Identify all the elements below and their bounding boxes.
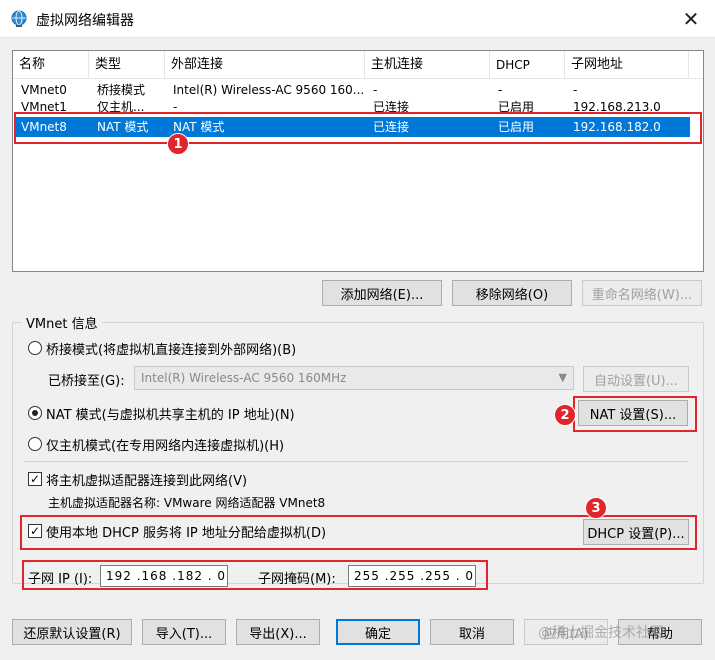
table-row[interactable]: VMnet1 仅主机... - 已连接 已启用 192.168.213.0 — [15, 97, 690, 117]
cell-subnet: 192.168.182.0 — [573, 120, 661, 134]
watermark: @稀土掘金技术社区 — [538, 625, 664, 641]
cell-type: 仅主机... — [97, 100, 145, 114]
column-header-external[interactable]: 外部连接 — [165, 51, 365, 79]
connect-adapter-checkbox[interactable]: ✓ — [28, 472, 42, 486]
column-header-host[interactable]: 主机连接 — [365, 51, 490, 79]
window-title: 虚拟网络编辑器 — [36, 13, 134, 29]
cell-name: VMnet1 — [21, 100, 67, 114]
cancel-button[interactable]: 取消 — [430, 619, 514, 645]
cell-host: 已连接 — [373, 100, 410, 114]
divider — [24, 461, 688, 462]
annotation-badge-2: 2 — [554, 404, 576, 426]
nat-settings-button[interactable]: NAT 设置(S)... — [578, 400, 688, 426]
vmnet-info-label: VMnet 信息 — [22, 313, 102, 332]
subnet-ip-label: 子网 IP (I): — [28, 572, 93, 587]
cell-host: 已连接 — [373, 120, 410, 134]
subnet-mask-label: 子网掩码(M): — [258, 572, 336, 587]
use-dhcp-checkbox[interactable]: ✓ — [28, 524, 42, 538]
nat-mode-label[interactable]: NAT 模式(与虚拟机共享主机的 IP 地址)(N) — [46, 404, 295, 423]
column-header-dhcp[interactable]: DHCP — [490, 51, 565, 79]
chevron-down-icon: ▼ — [558, 371, 567, 384]
restore-defaults-button[interactable]: 还原默认设置(R) — [12, 619, 132, 645]
cell-type: NAT 模式 — [97, 120, 149, 134]
bridge-mode-label[interactable]: 桥接模式(将虚拟机直接连接到外部网络)(B) — [46, 339, 296, 358]
bridged-to-label: 已桥接至(G): — [48, 374, 125, 389]
annotation-badge-1: 1 — [167, 133, 189, 155]
column-header-name[interactable]: 名称 — [13, 51, 89, 79]
host-only-radio[interactable] — [28, 437, 42, 451]
cell-name: VMnet8 — [21, 120, 67, 134]
bridged-to-value: Intel(R) Wireless-AC 9560 160MHz — [141, 371, 347, 385]
subnet-ip-field[interactable]: 192 .168 .182 . 0 — [100, 565, 228, 587]
add-network-button[interactable]: 添加网络(E)... — [322, 280, 442, 306]
subnet-mask-field[interactable]: 255 .255 .255 . 0 — [348, 565, 476, 587]
import-button[interactable]: 导入(T)... — [142, 619, 226, 645]
column-header-subnet[interactable]: 子网地址 — [565, 51, 689, 79]
rename-network-button[interactable]: 重命名网络(W)... — [582, 280, 702, 306]
cell-external: - — [173, 100, 178, 114]
network-globe-icon — [11, 10, 27, 27]
list-header: 名称 类型 外部连接 主机连接 DHCP 子网地址 — [13, 51, 703, 79]
cell-dhcp: 已启用 — [498, 100, 535, 114]
bridged-to-select[interactable]: Intel(R) Wireless-AC 9560 160MHz ▼ — [134, 366, 574, 390]
use-dhcp-label[interactable]: 使用本地 DHCP 服务将 IP 地址分配给虚拟机(D) — [46, 522, 326, 541]
dhcp-settings-button[interactable]: DHCP 设置(P)... — [583, 519, 689, 545]
export-button[interactable]: 导出(X)... — [236, 619, 320, 645]
host-only-label[interactable]: 仅主机模式(在专用网络内连接虚拟机)(H) — [46, 435, 284, 454]
auto-settings-button[interactable]: 自动设置(U)... — [583, 366, 689, 392]
cell-external: NAT 模式 — [173, 120, 225, 134]
cell-subnet: 192.168.213.0 — [573, 100, 661, 114]
nat-mode-radio[interactable] — [28, 406, 42, 420]
connect-adapter-label[interactable]: 将主机虚拟适配器连接到此网络(V) — [46, 470, 247, 489]
ok-button[interactable]: 确定 — [336, 619, 420, 645]
title-bar: 虚拟网络编辑器 ✕ — [0, 0, 715, 38]
close-button[interactable]: ✕ — [675, 4, 707, 34]
adapter-name-text: 主机虚拟适配器名称: VMware 网络适配器 VMnet8 — [48, 496, 326, 510]
column-header-type[interactable]: 类型 — [89, 51, 165, 79]
table-row-selected[interactable]: VMnet8 NAT 模式 NAT 模式 已连接 已启用 192.168.182… — [15, 117, 690, 137]
network-list[interactable]: 名称 类型 外部连接 主机连接 DHCP 子网地址 VMnet0 桥接模式 In… — [12, 50, 704, 272]
annotation-badge-3: 3 — [585, 497, 607, 519]
bridge-mode-radio[interactable] — [28, 341, 42, 355]
cell-dhcp: 已启用 — [498, 120, 535, 134]
remove-network-button[interactable]: 移除网络(O) — [452, 280, 572, 306]
